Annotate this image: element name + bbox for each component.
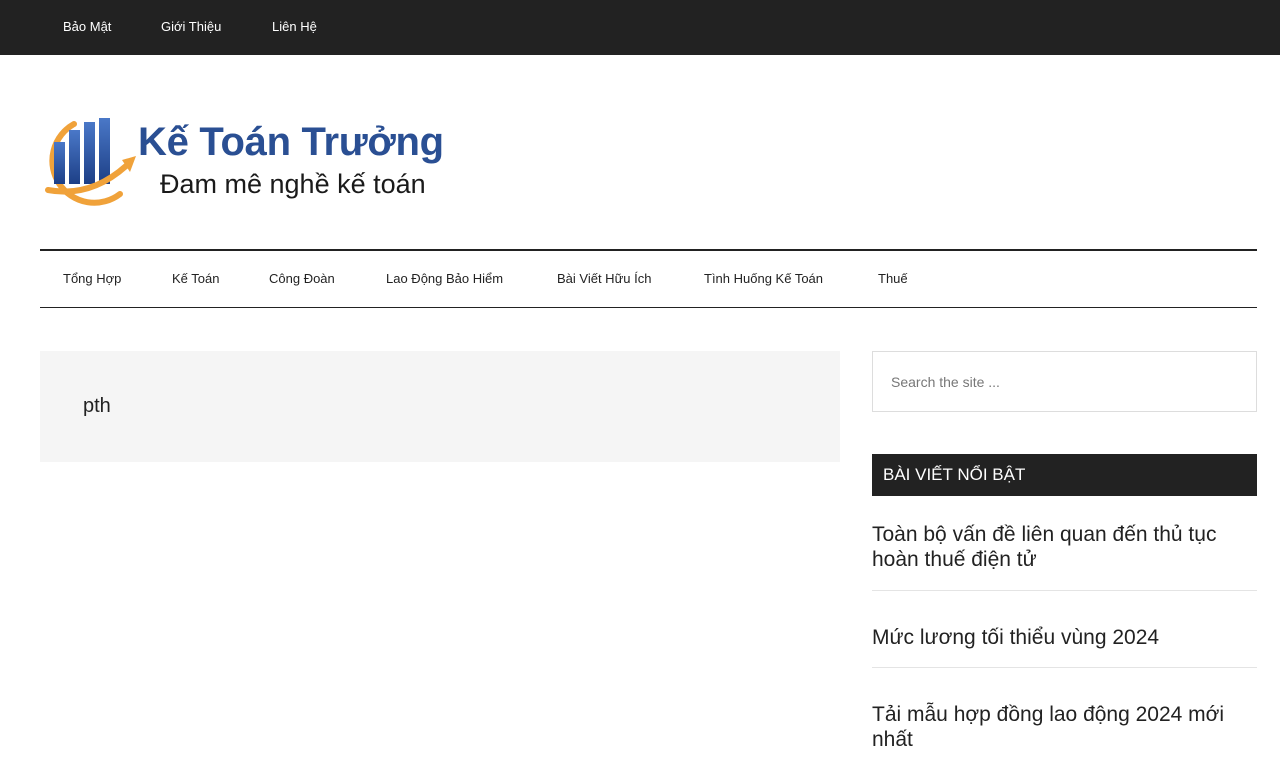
widget-title: BÀI VIẾT NỔI BẬT <box>883 465 1026 484</box>
nav-item-ke-toan[interactable]: Kế Toán <box>172 271 219 286</box>
nav-item-tinh-huong-ke-toan[interactable]: Tình Huống Kế Toán <box>704 271 823 286</box>
search-form <box>872 351 1257 412</box>
nav-item-lao-dong-bao-hiem[interactable]: Lao Động Bảo Hiểm <box>386 271 503 286</box>
top-nav-link-privacy[interactable]: Bảo Mật <box>63 19 111 34</box>
site-title: Kế Toán Trưởng <box>138 120 444 164</box>
top-nav-link-about[interactable]: Giới Thiệu <box>161 19 221 34</box>
post-divider <box>872 590 1257 591</box>
nav-item-tong-hop[interactable]: Tổng Hợp <box>63 271 121 286</box>
nav-item-cong-doan[interactable]: Công Đoàn <box>269 271 335 286</box>
featured-post-link[interactable]: Tải mẫu hợp đồng lao động 2024 mới nhất <box>872 702 1257 752</box>
site-logo[interactable]: Kế Toán Trưởng Đam mê nghề kế toán <box>40 112 470 207</box>
top-nav-link-contact[interactable]: Liên Hệ <box>272 19 317 34</box>
featured-post-link[interactable]: Mức lương tối thiểu vùng 2024 <box>872 625 1257 650</box>
nav-item-bai-viet-huu-ich[interactable]: Bài Viết Hữu Ích <box>557 271 651 286</box>
site-tagline: Đam mê nghề kế toán <box>160 169 426 199</box>
archive-header: pth <box>40 351 840 462</box>
post-divider <box>872 667 1257 668</box>
featured-posts-heading: BÀI VIẾT NỔI BẬT <box>872 454 1257 496</box>
main-navigation: Tổng Hợp Kế Toán Công Đoàn Lao Động Bảo … <box>40 249 1257 308</box>
nav-item-thue[interactable]: Thuế <box>878 271 908 286</box>
logo-chart-icon <box>45 118 136 206</box>
top-navigation-bar: Bảo Mật Giới Thiệu Liên Hệ <box>0 0 1280 55</box>
archive-title: pth <box>83 395 111 417</box>
search-input[interactable] <box>873 352 1256 411</box>
featured-post-link[interactable]: Toàn bộ vấn đề liên quan đến thủ tục hoà… <box>872 522 1257 572</box>
